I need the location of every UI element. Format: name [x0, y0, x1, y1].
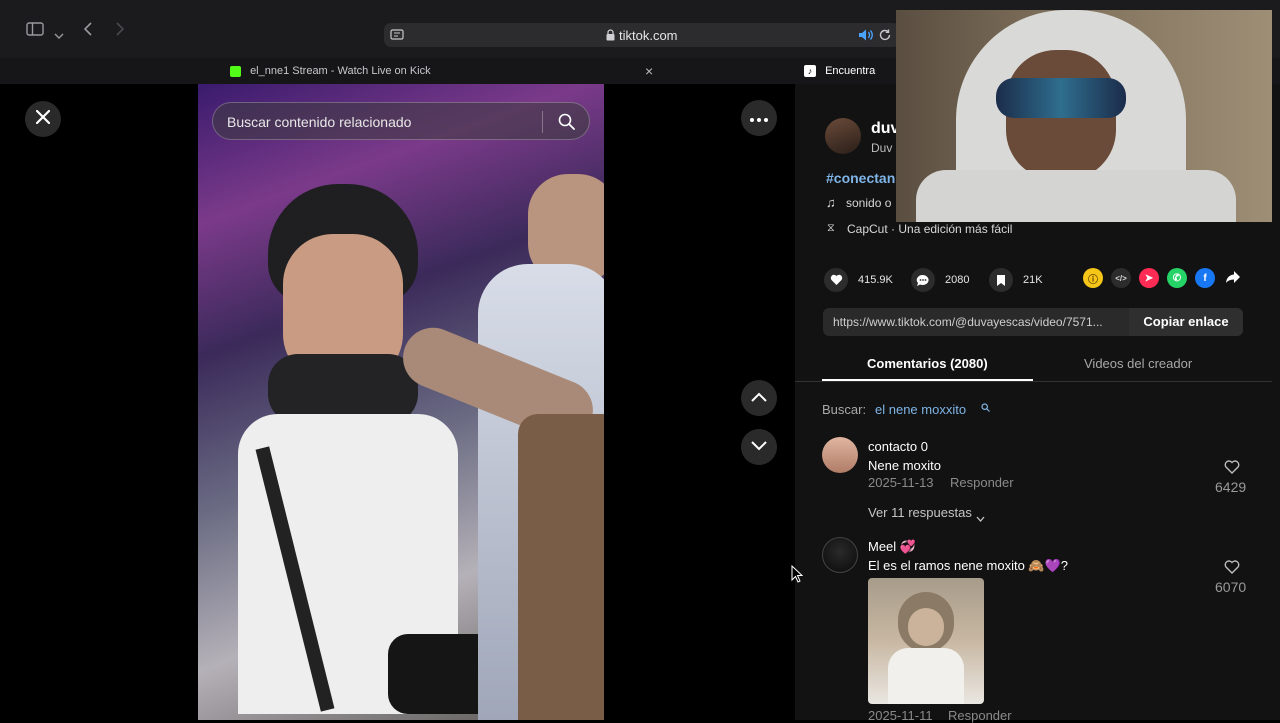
next-video-button[interactable] — [741, 429, 777, 465]
share-coin-icon[interactable]: ⓘ — [1083, 268, 1103, 288]
view-replies-link[interactable]: Ver 11 respuestas — [868, 505, 972, 520]
mouse-cursor-icon — [791, 564, 804, 588]
save-count: 21K — [1023, 274, 1043, 286]
comment-author[interactable]: contacto 0 — [868, 439, 928, 454]
whatsapp-icon[interactable]: ✆ — [1167, 268, 1187, 288]
reader-icon[interactable] — [390, 28, 404, 47]
comment-avatar[interactable] — [822, 437, 858, 473]
share-arrow-icon[interactable] — [1225, 270, 1241, 289]
related-search-placeholder: Buscar contenido relacionado — [227, 114, 412, 130]
forward-icon[interactable] — [116, 22, 125, 39]
previous-video-button[interactable] — [741, 380, 777, 416]
comment-count: 2080 — [945, 274, 970, 286]
comment-text: Nene moxito — [868, 458, 941, 473]
tab-tiktok[interactable]: ♪ Encuentra 'duva — [804, 60, 904, 99]
back-icon[interactable] — [83, 22, 92, 39]
close-tab-icon[interactable]: × — [645, 63, 653, 79]
comment-bubble-icon — [911, 268, 935, 292]
search-hint-query[interactable]: el nene moxxito — [875, 402, 966, 417]
copy-link-button[interactable]: Copiar enlace — [1129, 308, 1243, 336]
more-options-button[interactable] — [741, 100, 777, 136]
share-link-box[interactable]: https://www.tiktok.com/@duvayescas/video… — [823, 308, 1243, 336]
chevron-down-icon[interactable] — [54, 26, 64, 42]
webcam-sunglasses — [996, 78, 1126, 118]
bookmark-icon — [989, 268, 1013, 292]
address-bar[interactable]: tiktok.com — [384, 23, 900, 47]
chevron-down-icon[interactable] — [976, 509, 985, 527]
like-stat[interactable]: 415.9K — [824, 268, 893, 292]
chevron-down-icon — [751, 438, 767, 456]
lock-icon — [606, 28, 615, 46]
comment-like-count: 6429 — [1215, 479, 1247, 495]
share-link-url[interactable]: https://www.tiktok.com/@duvayescas/video… — [833, 315, 1133, 329]
video-player[interactable] — [198, 84, 604, 720]
capcut-link[interactable]: CapCut · Una edición más fácil — [847, 222, 1012, 236]
kick-logo-icon — [230, 65, 241, 77]
webcam-overlay — [896, 10, 1272, 222]
creator-subtitle: Duv — [871, 141, 893, 155]
comment-text: El es el ramos nene moxito 🙈💜? — [868, 558, 1069, 573]
search-divider — [542, 111, 543, 133]
comment-like-icon[interactable] — [1224, 560, 1240, 579]
related-search-input[interactable]: Buscar contenido relacionado — [212, 102, 590, 140]
close-video-button[interactable] — [25, 101, 61, 137]
hashtag-link[interactable]: #conectan — [826, 170, 895, 186]
video-frame-figure — [228, 154, 498, 714]
audio-playing-icon[interactable] — [858, 28, 874, 47]
tab-creator-videos[interactable]: Videos del creador — [1084, 356, 1192, 371]
search-small-icon — [981, 399, 990, 417]
facebook-icon[interactable]: f — [1195, 268, 1215, 288]
reply-button[interactable]: Responder — [950, 475, 1014, 490]
music-note-icon: ♫ — [826, 195, 836, 210]
comment-like-icon[interactable] — [1224, 460, 1240, 479]
search-hint-prefix: Buscar: — [822, 402, 867, 417]
comment-like-count: 6070 — [1215, 579, 1247, 595]
heart-icon — [824, 268, 848, 292]
embed-code-icon[interactable]: </> — [1111, 268, 1131, 288]
comment-date: 2025-11-11 — [868, 708, 933, 723]
tab-kick[interactable]: el_nne1 Stream - Watch Live on Kick — [230, 60, 650, 84]
tabs-divider — [795, 381, 1272, 382]
comment-stat[interactable]: 2080 — [911, 268, 969, 292]
creator-avatar[interactable] — [825, 118, 861, 154]
reply-button[interactable]: Responder — [948, 708, 1012, 723]
tiktok-logo-icon: ♪ — [804, 65, 816, 78]
sound-link[interactable]: sonido o — [846, 196, 891, 210]
like-count: 415.9K — [858, 274, 893, 286]
comment-date: 2025-11-13 — [868, 475, 934, 490]
url-text: tiktok.com — [619, 28, 678, 43]
sidebar-toggle-icon[interactable] — [26, 22, 44, 39]
video-frame-brown-coat — [518, 414, 604, 720]
reload-icon[interactable] — [878, 28, 892, 47]
tab-kick-label: el_nne1 Stream - Watch Live on Kick — [250, 65, 431, 77]
capcut-icon: ⧖ — [827, 222, 835, 234]
save-stat[interactable]: 21K — [989, 268, 1043, 292]
comment-image-monkey[interactable] — [868, 578, 984, 704]
close-icon — [35, 109, 51, 129]
more-dots-icon — [750, 109, 768, 127]
comment-avatar[interactable] — [822, 537, 858, 573]
comment-author[interactable]: Meel 💞 — [868, 539, 916, 555]
search-icon[interactable] — [558, 113, 575, 135]
tab-comments[interactable]: Comentarios (2080) — [867, 356, 988, 371]
send-icon[interactable]: ➤ — [1139, 268, 1159, 288]
chevron-up-icon — [751, 389, 767, 407]
webcam-shoulders — [916, 170, 1236, 222]
